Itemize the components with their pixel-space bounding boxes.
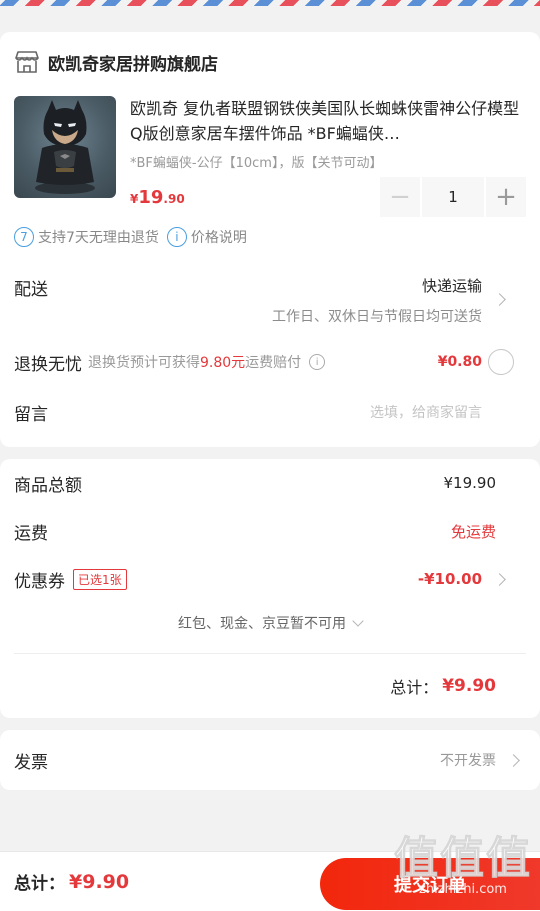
delivery-info: 快递运输 工作日、双休日与节假日均可送货 <box>272 275 482 326</box>
chevron-right-icon <box>493 573 506 586</box>
store-header[interactable]: 欧凯奇家居拼购旗舰店 <box>14 46 526 78</box>
quantity-stepper: − 1 + <box>380 177 526 217</box>
message-row[interactable]: 留言 选填，给商家留言 <box>14 387 526 437</box>
chevron-right-icon <box>493 293 506 306</box>
return-service-price: ¥0.80 <box>437 354 482 370</box>
price-quantity-row: ¥19.90 − 1 + <box>130 177 526 217</box>
bottom-total-value: ¥9.90 <box>69 870 130 893</box>
message-label: 留言 <box>14 404 48 425</box>
service-badges: 7 支持7天无理由退货 i 价格说明 <box>14 227 526 247</box>
seven-day-icon: 7 <box>14 227 34 247</box>
batman-figure-image <box>35 100 95 194</box>
delivery-label: 配送 <box>14 280 48 300</box>
product-info: 欧凯奇 复仇者联盟钢铁侠美国队长蜘蛛侠雷神公仔模型Q版创意家居车摆件饰品 *BF… <box>130 96 526 217</box>
message-input[interactable]: 选填，给商家留言 <box>370 402 482 422</box>
bottom-total-label: 总计： <box>14 874 65 894</box>
return-policy-badge[interactable]: 7 支持7天无理由退货 <box>14 227 159 247</box>
coupon-tag: 已选1张 <box>73 568 127 590</box>
product-spec[interactable]: *BF蝙蝠侠-公仔【10cm】，版【关节可动】 <box>130 152 526 171</box>
unavailable-notice[interactable]: 红包、现金、京豆暂不可用 <box>14 603 526 654</box>
price-integer: 19 <box>138 186 164 208</box>
summary-total-value: ¥9.90 <box>442 676 496 696</box>
price-summary-card: 商品总额 ¥19.90 运费 免运费 优惠券 已选1张 -¥10.00 红包、现… <box>0 459 540 718</box>
shipping-value: 免运费 <box>450 522 496 541</box>
goods-total-value: ¥19.90 <box>443 474 497 492</box>
unavailable-text: 红包、现金、京豆暂不可用 <box>178 616 346 632</box>
info-icon: i <box>166 227 187 247</box>
store-name: 欧凯奇家居拼购旗舰店 <box>48 54 218 75</box>
shipping-row: 运费 免运费 <box>14 507 526 555</box>
shop-icon <box>15 51 39 73</box>
return-service-label: 退换无忧 <box>14 354 82 375</box>
chevron-right-icon <box>507 754 520 767</box>
invoice-row[interactable]: 发票 不开发票 <box>0 730 540 790</box>
return-service-row[interactable]: 退换无忧 退换货预计可获得 9.80元 运费赔付 i ¥0.80 <box>14 337 526 387</box>
info-icon[interactable]: i <box>309 354 326 370</box>
coupon-value: -¥10.00 <box>417 570 482 588</box>
return-service-radio[interactable] <box>488 349 514 375</box>
price-info-badge[interactable]: i 价格说明 <box>166 227 247 247</box>
product-price: ¥19.90 <box>130 187 185 208</box>
submit-order-button[interactable]: 提交订单 <box>320 858 540 910</box>
summary-total-row: 总计： ¥9.90 <box>14 654 526 718</box>
invoice-label: 发票 <box>14 752 48 773</box>
return-desc-amount: 9.80元 <box>200 355 246 371</box>
price-decimal: .90 <box>163 191 185 206</box>
product-image[interactable] <box>14 96 116 198</box>
delivery-schedule: 工作日、双休日与节假日均可送货 <box>272 309 482 325</box>
goods-total-row: 商品总额 ¥19.90 <box>14 459 526 507</box>
increase-quantity-button[interactable]: + <box>486 177 526 217</box>
decrease-quantity-button[interactable]: − <box>380 177 420 217</box>
delivery-row[interactable]: 配送 快递运输 工作日、双休日与节假日均可送货 <box>14 261 526 337</box>
shipping-label: 运费 <box>14 523 48 544</box>
return-desc-pre: 退换货预计可获得 <box>88 355 200 371</box>
order-item-card: 欧凯奇家居拼购旗舰店 欧凯奇 复仇者联盟钢铁侠美国队长蜘蛛侠雷神公仔模型Q版创意… <box>0 32 540 447</box>
airmail-border <box>0 0 540 6</box>
coupon-row[interactable]: 优惠券 已选1张 -¥10.00 <box>14 555 526 603</box>
invoice-value: 不开发票 <box>440 753 496 769</box>
chevron-down-icon <box>352 615 364 627</box>
return-service-desc: 退换货预计可获得 9.80元 运费赔付 i <box>88 352 326 372</box>
goods-total-label: 商品总额 <box>14 475 82 496</box>
product-title[interactable]: 欧凯奇 复仇者联盟钢铁侠美国队长蜘蛛侠雷神公仔模型Q版创意家居车摆件饰品 *BF… <box>130 96 526 146</box>
summary-total-label: 总计： <box>390 678 439 697</box>
price-info-text: 价格说明 <box>190 230 247 246</box>
quantity-input[interactable]: 1 <box>422 177 484 217</box>
delivery-method: 快递运输 <box>421 277 482 295</box>
bottom-bar: 总计： ¥9.90 提交订单 <box>0 851 540 911</box>
coupon-label: 优惠券 <box>14 571 65 592</box>
return-policy-text: 支持7天无理由退货 <box>38 230 159 246</box>
return-desc-post: 运费赔付 <box>245 355 302 371</box>
product-row[interactable]: 欧凯奇 复仇者联盟钢铁侠美国队长蜘蛛侠雷神公仔模型Q版创意家居车摆件饰品 *BF… <box>14 96 526 217</box>
